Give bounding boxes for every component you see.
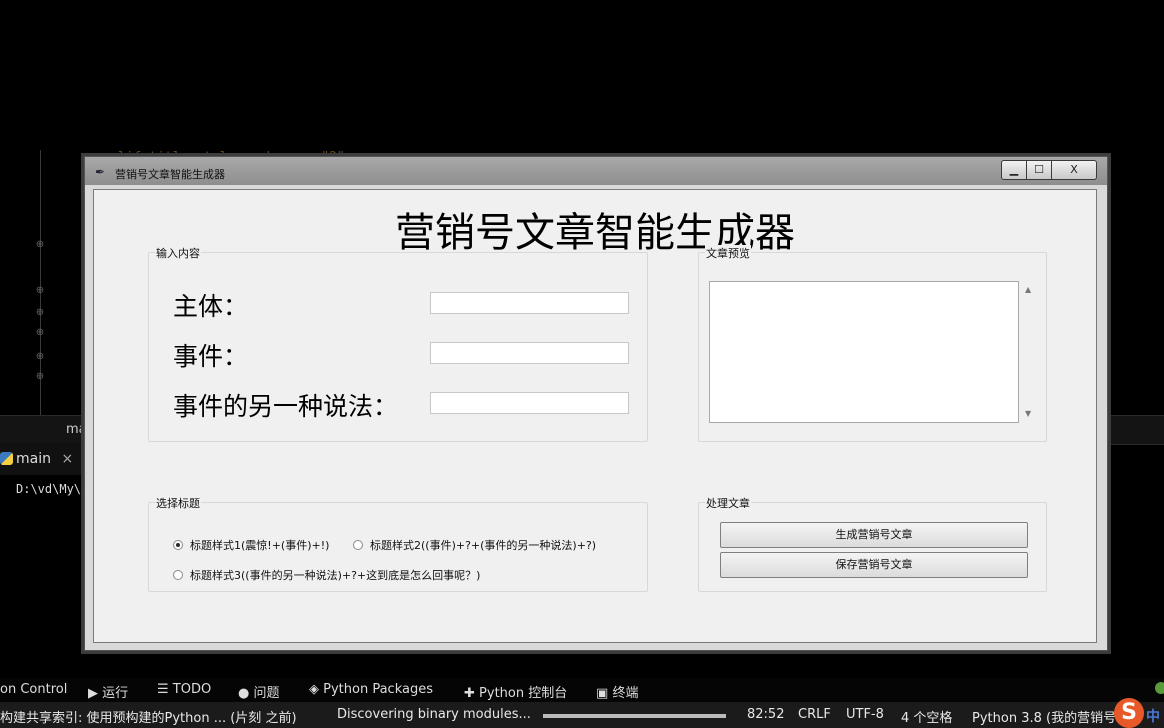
tool-python-packages[interactable]: ◈ Python Packages: [309, 682, 433, 697]
title-style-3-label: 标题样式3((事件的另一种说法)+?+这到底是怎么回事呢？): [190, 569, 481, 582]
app-client-area: 营销号文章智能生成器 输入内容 主体： 事件： 事件的另一种说法： 文章预览 ▲…: [93, 189, 1097, 643]
scroll-up-icon[interactable]: ▲: [1025, 285, 1031, 294]
list-icon: ☰: [157, 682, 169, 697]
ime-mode[interactable]: 中: [1146, 706, 1160, 726]
tool-version-control[interactable]: on Control: [0, 682, 67, 697]
run-tab-label: main: [16, 451, 51, 467]
tool-python-console-label: Python 控制台: [479, 686, 568, 701]
tool-run-label: 运行: [102, 686, 129, 701]
input-group-label: 输入内容: [155, 245, 201, 261]
tool-terminal[interactable]: ▣ 终端: [596, 682, 638, 701]
run-tab-main[interactable]: main ×: [0, 443, 96, 475]
radio-selected-icon: [173, 540, 183, 550]
tool-problems[interactable]: ● 问题: [238, 682, 280, 701]
background-task[interactable]: Discovering binary modules...: [337, 707, 531, 722]
close-icon[interactable]: ×: [61, 451, 73, 467]
generate-article-button[interactable]: 生成营销号文章: [720, 522, 1028, 548]
feather-icon: ✒: [95, 165, 106, 179]
tool-problems-label: 问题: [253, 686, 280, 701]
subject-input[interactable]: [430, 292, 629, 314]
python-icon: [0, 452, 13, 465]
terminal-icon: ▣: [596, 686, 609, 701]
event-label: 事件：: [173, 342, 249, 371]
close-button[interactable]: X: [1052, 160, 1097, 180]
task-progress-bar: [543, 714, 726, 718]
title-style-2-radio[interactable]: 标题样式2((事件)+?+(事件的另一种说法)+?): [353, 537, 596, 553]
tool-python-packages-label: Python Packages: [323, 682, 433, 697]
scroll-down-icon[interactable]: ▼: [1025, 409, 1031, 418]
preview-group: 文章预览 ▲ ▼: [698, 245, 1047, 442]
indent-setting[interactable]: 4 个空格: [901, 707, 952, 726]
window-title: 营销号文章智能生成器: [115, 168, 225, 181]
layers-icon: ◈: [309, 682, 319, 697]
tool-run[interactable]: ▶ 运行: [88, 682, 128, 701]
fold-icon[interactable]: ⊕: [35, 308, 45, 318]
tool-terminal-label: 终端: [612, 686, 639, 701]
radio-unselected-icon: [173, 570, 183, 580]
tool-python-console[interactable]: ✚ Python 控制台: [464, 682, 567, 701]
save-article-button[interactable]: 保存营销号文章: [720, 552, 1028, 578]
interpreter[interactable]: Python 3.8 (我的营销号: [972, 707, 1116, 726]
run-icon: ▶: [88, 686, 98, 701]
radio-unselected-icon: [353, 540, 363, 550]
title-style-3-radio[interactable]: 标题样式3((事件的另一种说法)+?+这到底是怎么回事呢？): [173, 567, 480, 583]
window-titlebar[interactable]: ✒ 营销号文章智能生成器 ▁ ☐ X: [85, 157, 1107, 185]
event-input[interactable]: [430, 342, 629, 364]
maximize-button[interactable]: ☐: [1027, 160, 1052, 180]
app-window: ✒ 营销号文章智能生成器 ▁ ☐ X 营销号文章智能生成器 输入内容 主体： 事…: [84, 156, 1108, 651]
preview-group-label: 文章预览: [705, 245, 751, 261]
status-bar: 构建共享索引: 使用预构建的Python ... (片刻 之前) Discove…: [0, 702, 1164, 728]
window-controls: ▁ ☐ X: [1001, 160, 1097, 180]
event-log-icon[interactable]: [1155, 682, 1164, 694]
title-style-1-radio[interactable]: 标题样式1(震惊!+(事件)+!): [173, 537, 329, 553]
minimize-button[interactable]: ▁: [1001, 160, 1027, 180]
title-style-group: 选择标题 标题样式1(震惊!+(事件)+!) 标题样式2((事件)+?+(事件的…: [148, 495, 648, 592]
process-group-label: 处理文章: [705, 495, 751, 511]
caret-position[interactable]: 82:52: [747, 707, 784, 722]
warning-icon: ●: [238, 686, 250, 701]
title-style-2-label: 标题样式2((事件)+?+(事件的另一种说法)+?): [370, 539, 597, 552]
fold-icon[interactable]: ⊕: [35, 240, 45, 250]
fold-icon[interactable]: ⊕: [35, 328, 45, 338]
fold-icon[interactable]: ⊕: [35, 352, 45, 362]
ime-logo-icon[interactable]: S: [1114, 698, 1144, 728]
alt-event-label: 事件的另一种说法：: [173, 392, 399, 421]
line-separator[interactable]: CRLF: [798, 707, 831, 722]
input-group: 输入内容 主体： 事件： 事件的另一种说法：: [148, 245, 648, 442]
status-message[interactable]: 构建共享索引: 使用预构建的Python ... (片刻 之前): [0, 707, 297, 726]
task-progress-fill: [543, 714, 726, 718]
tool-todo-label: TODO: [172, 682, 212, 697]
alt-event-input[interactable]: [430, 392, 629, 414]
app-heading: 营销号文章智能生成器: [395, 210, 795, 256]
fold-icon[interactable]: ⊕: [35, 286, 45, 296]
python-console-icon: ✚: [464, 686, 475, 701]
article-preview-textarea[interactable]: [709, 281, 1019, 423]
fold-icon[interactable]: ⊕: [35, 372, 45, 382]
title-style-group-label: 选择标题: [155, 495, 201, 511]
file-encoding[interactable]: UTF-8: [846, 707, 884, 722]
process-group: 处理文章 生成营销号文章 保存营销号文章: [698, 495, 1047, 592]
tool-window-strip: on Control ▶ 运行 ☰ TODO ● 问题 ◈ Python Pac…: [0, 678, 1164, 702]
tool-todo[interactable]: ☰ TODO: [157, 682, 211, 697]
subject-label: 主体：: [173, 292, 249, 321]
console-path: D:\vd\My\: [16, 482, 82, 496]
title-style-1-label: 标题样式1(震惊!+(事件)+!): [190, 539, 330, 552]
